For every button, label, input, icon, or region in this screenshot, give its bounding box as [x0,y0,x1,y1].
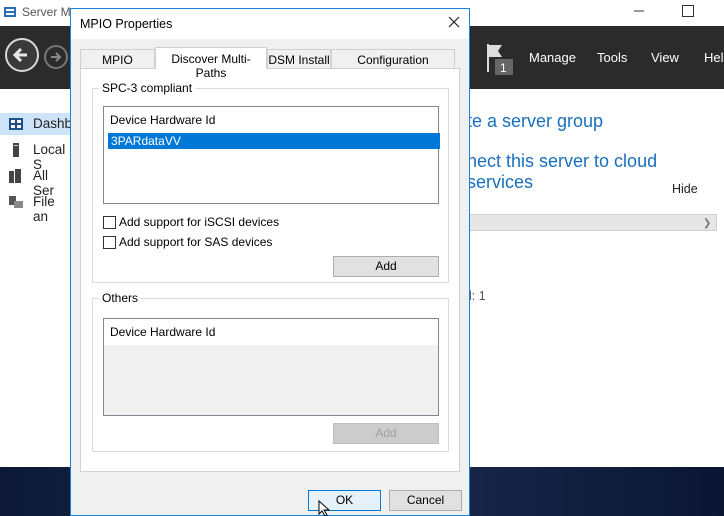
minimize-icon[interactable] [632,3,646,17]
spc3-device-list[interactable]: Device Hardware Id 3PARdataVV [103,106,440,204]
menu-help[interactable]: Help [704,50,724,65]
sidebar-item-dashboard[interactable]: Dashb [0,113,72,135]
server-icon [13,143,19,157]
others-group: Others Device Hardware Id Add [92,291,449,452]
menu-view[interactable]: View [651,50,679,65]
sidebar-item-label: File an [33,194,55,224]
discover-multi-paths-page: SPC-3 compliant Device Hardware Id 3PARd… [80,68,460,472]
tab-mpio-devices[interactable]: MPIO Devices [80,49,155,81]
server-count-text: l: 1 [469,289,486,303]
sidebar-item-file-storage[interactable]: File an [0,191,72,224]
list-empty-area [104,345,438,415]
checkbox-label: Add support for iSCSI devices [119,215,280,229]
tab-configuration-snapshot[interactable]: Configuration Snapshot [331,49,455,81]
server-manager-app-icon [4,7,16,17]
checkbox[interactable] [103,216,116,229]
menu-manage[interactable]: Manage [529,50,576,65]
sidebar-item-label: Dashb [33,116,73,131]
servers-icon [9,169,21,183]
tab-discover-multi-paths[interactable]: Discover Multi-Paths [155,47,267,80]
list-column-header: Device Hardware Id [110,325,216,339]
file-storage-icon [9,196,23,208]
sidebar-item-local-server[interactable]: Local S [0,139,72,172]
others-group-legend: Others [99,291,142,305]
forward-button[interactable] [44,45,68,69]
spc3-compliant-group: SPC-3 compliant Device Hardware Id 3PARd… [92,81,449,283]
checkbox[interactable] [103,236,116,249]
mouse-pointer-icon [318,500,331,516]
mpio-properties-dialog: MPIO Properties MPIO Devices Discover Mu… [70,8,470,516]
server-manager-sidebar: Dashb Local S All Ser File an [0,89,72,467]
dialog-tabs: MPIO Devices Discover Multi-Paths DSM In… [80,47,460,81]
others-add-button: Add [333,423,439,444]
tab-dsm-install[interactable]: DSM Install [267,49,331,69]
hide-link[interactable]: Hide [672,182,698,196]
spc3-group-legend: SPC-3 compliant [99,81,196,95]
notifications-flag-icon[interactable]: 1 [485,42,515,76]
dialog-title: MPIO Properties [80,17,173,31]
close-icon[interactable] [447,15,461,29]
checkbox-label: Add support for SAS devices [119,235,273,249]
horizontal-scrollbar[interactable] [469,214,717,231]
arrow-left-icon [12,47,27,63]
dialog-titlebar: MPIO Properties [71,9,469,39]
arrow-right-icon [51,52,62,62]
back-button[interactable] [5,38,39,72]
dashboard-icon [9,118,23,130]
list-item[interactable]: 3PARdataVV [108,133,440,149]
maximize-icon[interactable] [682,5,694,17]
cancel-button[interactable]: Cancel [389,490,462,511]
spc3-add-button[interactable]: Add [333,256,439,277]
scroll-right-icon[interactable]: ❯ [703,218,711,229]
menu-tools[interactable]: Tools [597,50,627,65]
list-column-header: Device Hardware Id [110,113,216,127]
create-server-group-link[interactable]: te a server group [467,111,603,132]
others-device-list[interactable]: Device Hardware Id [103,318,439,416]
sidebar-item-all-servers[interactable]: All Ser [0,165,72,198]
notification-count: 1 [500,61,507,75]
